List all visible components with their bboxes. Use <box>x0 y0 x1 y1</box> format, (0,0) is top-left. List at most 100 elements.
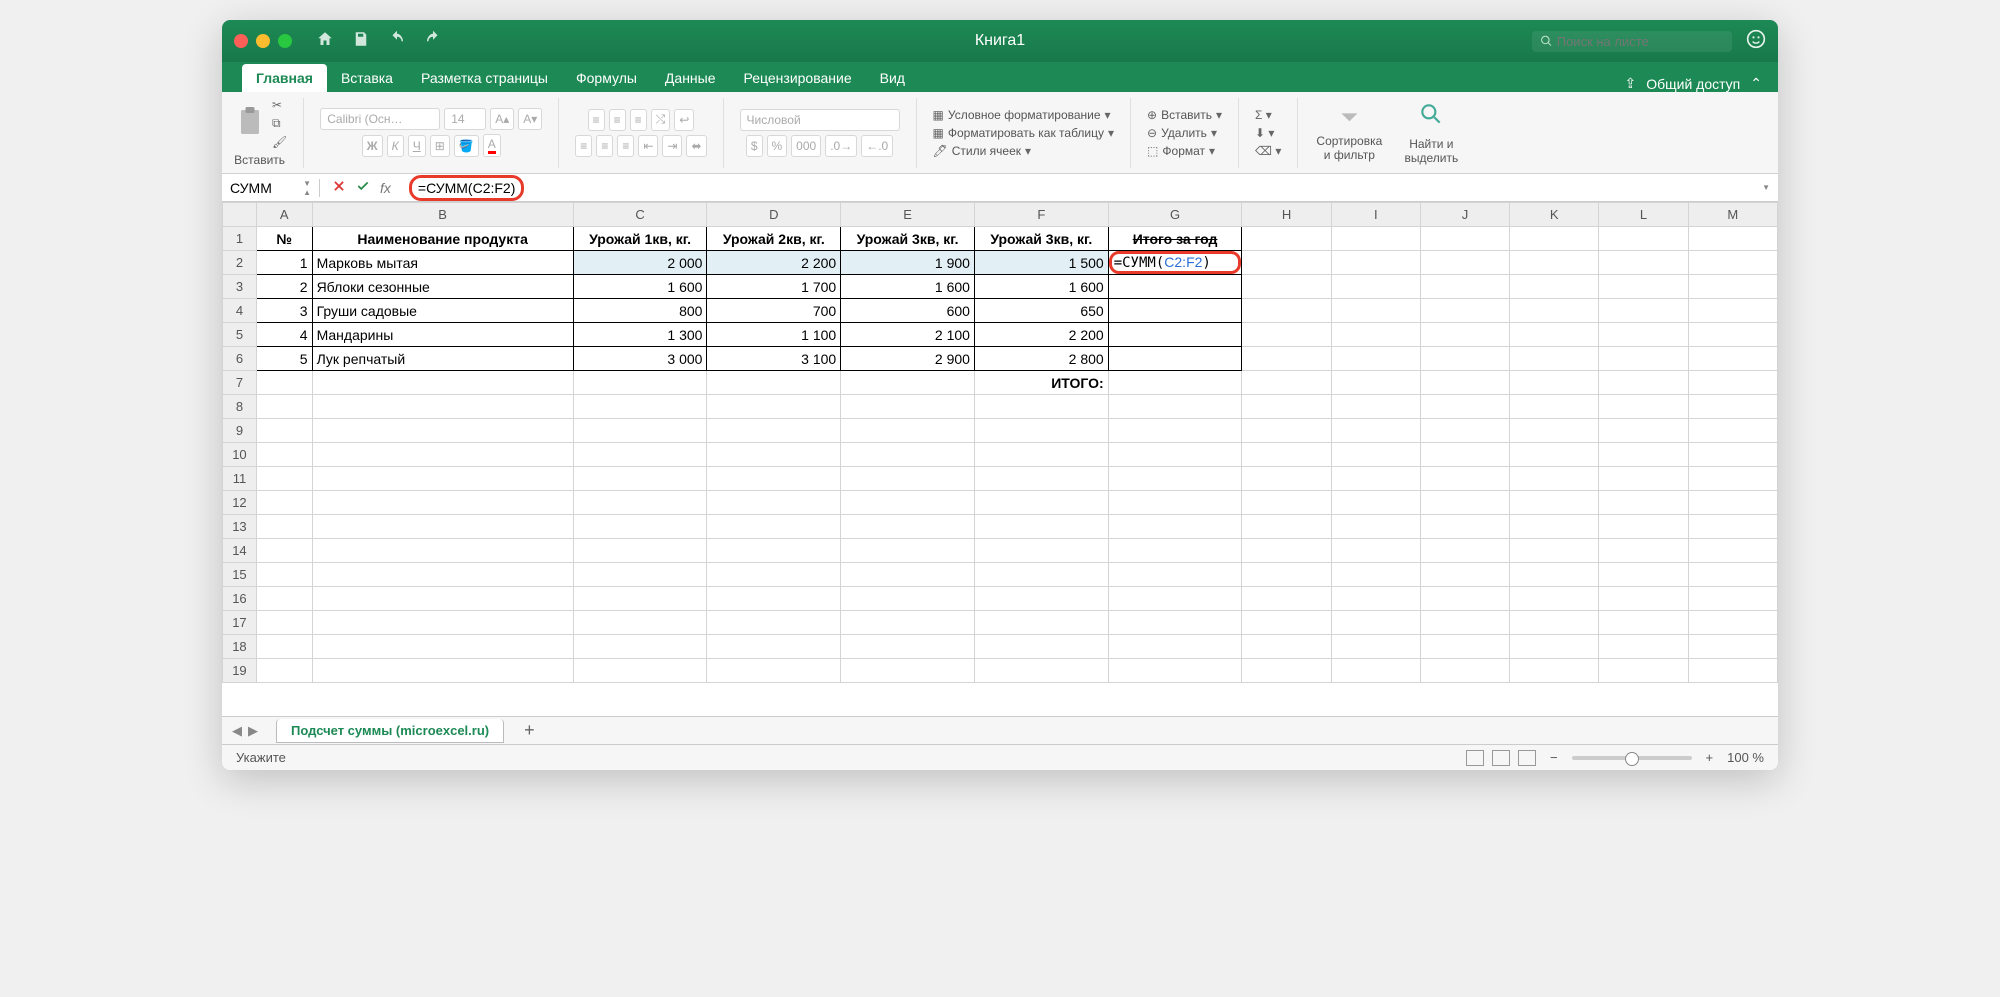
cell[interactable]: 3 <box>256 299 312 323</box>
sheet-prev-icon[interactable]: ◀ <box>232 723 242 739</box>
cell[interactable] <box>841 539 975 563</box>
cell[interactable] <box>1688 251 1777 275</box>
cell[interactable] <box>841 515 975 539</box>
cell[interactable] <box>1510 251 1599 275</box>
maximize-window[interactable] <box>278 34 292 48</box>
redo-icon[interactable] <box>424 30 442 53</box>
cell[interactable] <box>1331 251 1420 275</box>
cell[interactable]: 600 <box>841 299 975 323</box>
cell[interactable] <box>841 491 975 515</box>
cell[interactable] <box>256 443 312 467</box>
cell[interactable] <box>1242 227 1331 251</box>
cell[interactable] <box>1688 371 1777 395</box>
cell[interactable] <box>1688 539 1777 563</box>
paste-button[interactable] <box>232 102 268 145</box>
row-header[interactable]: 5 <box>223 323 257 347</box>
cell[interactable] <box>1108 299 1242 323</box>
cell[interactable] <box>312 491 573 515</box>
cell[interactable]: 2 900 <box>841 347 975 371</box>
cell[interactable] <box>707 443 841 467</box>
cell[interactable] <box>312 515 573 539</box>
cell[interactable] <box>1108 275 1242 299</box>
cell[interactable] <box>1242 491 1331 515</box>
cell[interactable] <box>1108 371 1242 395</box>
cell[interactable] <box>573 443 707 467</box>
underline-button[interactable]: Ч <box>408 135 426 157</box>
row-header[interactable]: 12 <box>223 491 257 515</box>
cell[interactable]: 1 300 <box>573 323 707 347</box>
cell[interactable] <box>1599 395 1688 419</box>
row-header[interactable]: 6 <box>223 347 257 371</box>
cell[interactable] <box>1331 275 1420 299</box>
cell[interactable] <box>707 467 841 491</box>
cell[interactable] <box>1510 323 1599 347</box>
cell[interactable] <box>573 491 707 515</box>
cell[interactable] <box>256 515 312 539</box>
select-all-corner[interactable] <box>223 203 257 227</box>
cell[interactable] <box>1242 419 1331 443</box>
cell[interactable] <box>974 611 1108 635</box>
cell[interactable] <box>1108 323 1242 347</box>
cell[interactable] <box>1510 467 1599 491</box>
borders-button[interactable]: ⊞ <box>430 135 450 157</box>
fill-icon[interactable]: ⬇ ▾ <box>1255 126 1274 140</box>
cell[interactable] <box>1510 419 1599 443</box>
cell[interactable]: 2 <box>256 275 312 299</box>
sheet-tab-active[interactable]: Подсчет суммы (microexcel.ru) <box>276 719 504 743</box>
cell[interactable] <box>707 419 841 443</box>
cell[interactable] <box>312 587 573 611</box>
cell[interactable] <box>1599 659 1688 683</box>
cell[interactable] <box>1108 539 1242 563</box>
cell[interactable] <box>1688 443 1777 467</box>
cell[interactable] <box>1510 515 1599 539</box>
cell[interactable] <box>841 611 975 635</box>
cell[interactable] <box>573 395 707 419</box>
cell[interactable] <box>1331 659 1420 683</box>
cell[interactable] <box>707 659 841 683</box>
cell[interactable] <box>1331 395 1420 419</box>
cell[interactable] <box>1242 443 1331 467</box>
cell[interactable] <box>707 635 841 659</box>
cell[interactable] <box>1108 515 1242 539</box>
cell[interactable]: 1 <box>256 251 312 275</box>
decrease-decimal-icon[interactable]: ←.0 <box>861 135 893 157</box>
cell[interactable] <box>1108 563 1242 587</box>
cell[interactable] <box>1331 227 1420 251</box>
cell[interactable] <box>974 659 1108 683</box>
cell[interactable] <box>573 467 707 491</box>
cell[interactable] <box>1510 635 1599 659</box>
cell[interactable]: Урожай 3кв, кг. <box>974 227 1108 251</box>
cell[interactable] <box>1420 491 1509 515</box>
cell[interactable] <box>1331 587 1420 611</box>
cell[interactable] <box>1510 587 1599 611</box>
col-header[interactable]: E <box>841 203 975 227</box>
cell[interactable] <box>312 659 573 683</box>
cell[interactable] <box>1108 419 1242 443</box>
cell[interactable] <box>573 635 707 659</box>
cell[interactable] <box>1688 515 1777 539</box>
col-header[interactable]: F <box>974 203 1108 227</box>
cell[interactable] <box>1242 323 1331 347</box>
row-header[interactable]: 17 <box>223 611 257 635</box>
cell[interactable]: Мандарины <box>312 323 573 347</box>
col-header[interactable]: I <box>1331 203 1420 227</box>
cell[interactable] <box>1108 659 1242 683</box>
cell[interactable] <box>1331 419 1420 443</box>
cell[interactable] <box>1510 299 1599 323</box>
cell[interactable] <box>1688 587 1777 611</box>
cell[interactable]: 3 100 <box>707 347 841 371</box>
row-header[interactable]: 9 <box>223 419 257 443</box>
cell[interactable] <box>1108 467 1242 491</box>
zoom-slider[interactable] <box>1572 756 1692 760</box>
cell[interactable]: 2 200 <box>707 251 841 275</box>
cell[interactable] <box>841 659 975 683</box>
cell[interactable] <box>1331 611 1420 635</box>
cell[interactable]: Лук репчатый <box>312 347 573 371</box>
zoom-out-icon[interactable]: − <box>1550 750 1558 765</box>
cell[interactable] <box>573 611 707 635</box>
cell[interactable] <box>312 419 573 443</box>
increase-decimal-icon[interactable]: .0→ <box>825 135 857 157</box>
cell[interactable] <box>1688 323 1777 347</box>
row-header[interactable]: 7 <box>223 371 257 395</box>
cell[interactable] <box>1510 539 1599 563</box>
